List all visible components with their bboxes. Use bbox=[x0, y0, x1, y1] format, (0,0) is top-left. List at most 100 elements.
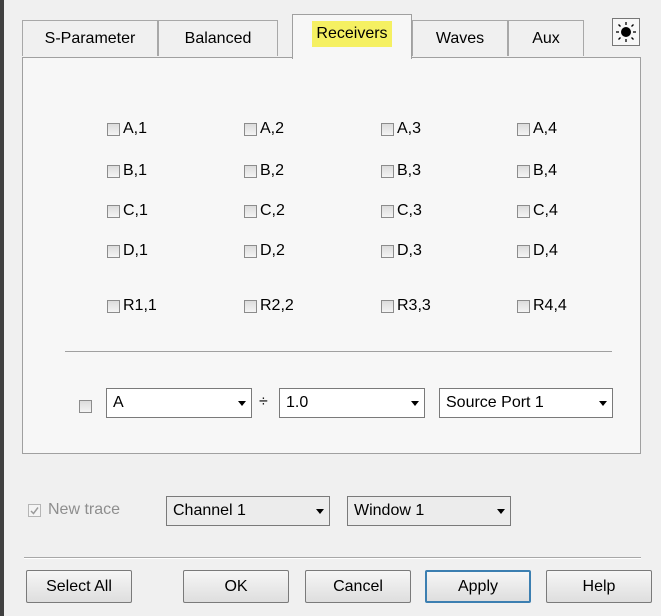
checkbox-box[interactable] bbox=[381, 299, 394, 313]
receiver-checkbox-b1[interactable]: B,1 bbox=[107, 161, 147, 181]
receiver-checkbox-b2[interactable]: B,2 bbox=[244, 161, 284, 181]
receiver-checkbox-r11[interactable]: R1,1 bbox=[107, 296, 157, 316]
receiver-checkbox-b4[interactable]: B,4 bbox=[517, 161, 557, 181]
footer-separator-highlight bbox=[24, 558, 641, 559]
chevron-down-icon bbox=[311, 508, 329, 514]
receiver-checkbox-c4[interactable]: C,4 bbox=[517, 201, 558, 221]
receiver-label: B,4 bbox=[533, 162, 558, 179]
receiver-label: D,1 bbox=[123, 242, 148, 259]
receiver-label: R3,3 bbox=[397, 297, 431, 314]
receiver-label: B,2 bbox=[260, 162, 285, 179]
window-left-edge bbox=[0, 0, 4, 616]
receiver-checkbox-a4[interactable]: A,4 bbox=[517, 119, 557, 139]
checkbox-box[interactable] bbox=[517, 122, 530, 136]
checkbox-box[interactable] bbox=[244, 122, 257, 136]
panel-separator bbox=[65, 351, 612, 352]
chevron-down-icon bbox=[492, 508, 510, 514]
tab-balanced[interactable]: Balanced bbox=[158, 20, 278, 56]
tab-s-parameter[interactable]: S-Parameter bbox=[22, 20, 158, 56]
tab-label: Balanced bbox=[184, 29, 252, 47]
source-port-value: Source Port 1 bbox=[446, 394, 544, 411]
tab-receivers[interactable]: Receivers bbox=[292, 14, 412, 59]
checkbox-box[interactable] bbox=[107, 299, 120, 313]
receiver-label: R4,4 bbox=[533, 297, 567, 314]
receiver-checkbox-r44[interactable]: R4,4 bbox=[517, 296, 567, 316]
sun-icon bbox=[616, 22, 636, 42]
select-all-button[interactable]: Select All bbox=[26, 570, 132, 603]
ratio-checkbox[interactable] bbox=[79, 396, 95, 416]
button-label: Cancel bbox=[333, 577, 383, 595]
receiver-label: C,3 bbox=[397, 202, 422, 219]
tab-label: S-Parameter bbox=[44, 29, 136, 47]
receiver-checkbox-r22[interactable]: R2,2 bbox=[244, 296, 294, 316]
receiver-label: R2,2 bbox=[260, 297, 294, 314]
checkbox-box[interactable] bbox=[381, 244, 394, 258]
button-label: Help bbox=[582, 577, 616, 595]
channel-value: Channel 1 bbox=[173, 502, 246, 519]
checkbox-box[interactable] bbox=[107, 204, 120, 218]
checkbox-box[interactable] bbox=[28, 503, 41, 517]
receiver-label: A,4 bbox=[533, 120, 558, 137]
checkbox-box[interactable] bbox=[79, 399, 92, 413]
tab-label: Waves bbox=[435, 29, 485, 47]
receiver-checkbox-a3[interactable]: A,3 bbox=[381, 119, 421, 139]
cancel-button[interactable]: Cancel bbox=[305, 570, 411, 603]
new-trace-label: New trace bbox=[48, 501, 121, 518]
receiver-checkbox-d3[interactable]: D,3 bbox=[381, 241, 422, 261]
receiver-label: B,3 bbox=[397, 162, 422, 179]
receiver-label: R1,1 bbox=[123, 297, 157, 314]
receiver-label: D,3 bbox=[397, 242, 422, 259]
new-trace-checkbox[interactable]: New trace bbox=[28, 500, 120, 520]
checkbox-box[interactable] bbox=[107, 122, 120, 136]
checkmark-icon bbox=[30, 506, 39, 515]
receiver-checkbox-d2[interactable]: D,2 bbox=[244, 241, 285, 261]
receiver-checkbox-a2[interactable]: A,2 bbox=[244, 119, 284, 139]
source-port-select[interactable]: Source Port 1 bbox=[439, 388, 613, 418]
tab-aux[interactable]: Aux bbox=[508, 20, 584, 56]
receiver-label: A,2 bbox=[260, 120, 285, 137]
receivers-panel: A,1 A,2 A,3 A,4 B,1 B,2 B,3 B,4 C,1 C,2 … bbox=[22, 57, 641, 454]
receiver-label: A,1 bbox=[123, 120, 148, 137]
divide-symbol: ÷ bbox=[259, 393, 268, 410]
receiver-label: D,4 bbox=[533, 242, 558, 259]
receiver-checkbox-d1[interactable]: D,1 bbox=[107, 241, 148, 261]
help-button[interactable]: Help bbox=[546, 570, 652, 603]
ok-button[interactable]: OK bbox=[183, 570, 289, 603]
checkbox-box[interactable] bbox=[244, 164, 257, 178]
numerator-select[interactable]: A bbox=[106, 388, 252, 418]
receiver-checkbox-r33[interactable]: R3,3 bbox=[381, 296, 431, 316]
button-label: Select All bbox=[46, 577, 112, 595]
checkbox-box[interactable] bbox=[107, 244, 120, 258]
receiver-checkbox-a1[interactable]: A,1 bbox=[107, 119, 147, 139]
checkbox-box[interactable] bbox=[381, 204, 394, 218]
checkbox-box[interactable] bbox=[244, 299, 257, 313]
receiver-checkbox-c3[interactable]: C,3 bbox=[381, 201, 422, 221]
checkbox-box[interactable] bbox=[107, 164, 120, 178]
receiver-checkbox-b3[interactable]: B,3 bbox=[381, 161, 421, 181]
checkbox-box[interactable] bbox=[517, 204, 530, 218]
receiver-checkbox-c1[interactable]: C,1 bbox=[107, 201, 148, 221]
tab-label: Receivers bbox=[312, 21, 392, 47]
button-label: OK bbox=[224, 577, 248, 595]
apply-button[interactable]: Apply bbox=[425, 570, 531, 603]
checkbox-box[interactable] bbox=[517, 244, 530, 258]
checkbox-box[interactable] bbox=[517, 164, 530, 178]
denominator-select[interactable]: 1.0 bbox=[279, 388, 425, 418]
checkbox-box[interactable] bbox=[517, 299, 530, 313]
checkbox-box[interactable] bbox=[381, 122, 394, 136]
receiver-checkbox-d4[interactable]: D,4 bbox=[517, 241, 558, 261]
checkbox-box[interactable] bbox=[244, 244, 257, 258]
receiver-label: D,2 bbox=[260, 242, 285, 259]
checkbox-box[interactable] bbox=[381, 164, 394, 178]
receiver-label: A,3 bbox=[397, 120, 422, 137]
denominator-value: 1.0 bbox=[286, 394, 309, 411]
chevron-down-icon bbox=[233, 400, 251, 406]
tab-waves[interactable]: Waves bbox=[412, 20, 508, 56]
chevron-down-icon bbox=[406, 400, 424, 406]
window-select[interactable]: Window 1 bbox=[347, 496, 511, 526]
channel-select[interactable]: Channel 1 bbox=[166, 496, 330, 526]
receiver-checkbox-c2[interactable]: C,2 bbox=[244, 201, 285, 221]
sun-button[interactable] bbox=[612, 18, 640, 46]
window-value: Window 1 bbox=[354, 502, 425, 519]
checkbox-box[interactable] bbox=[244, 204, 257, 218]
